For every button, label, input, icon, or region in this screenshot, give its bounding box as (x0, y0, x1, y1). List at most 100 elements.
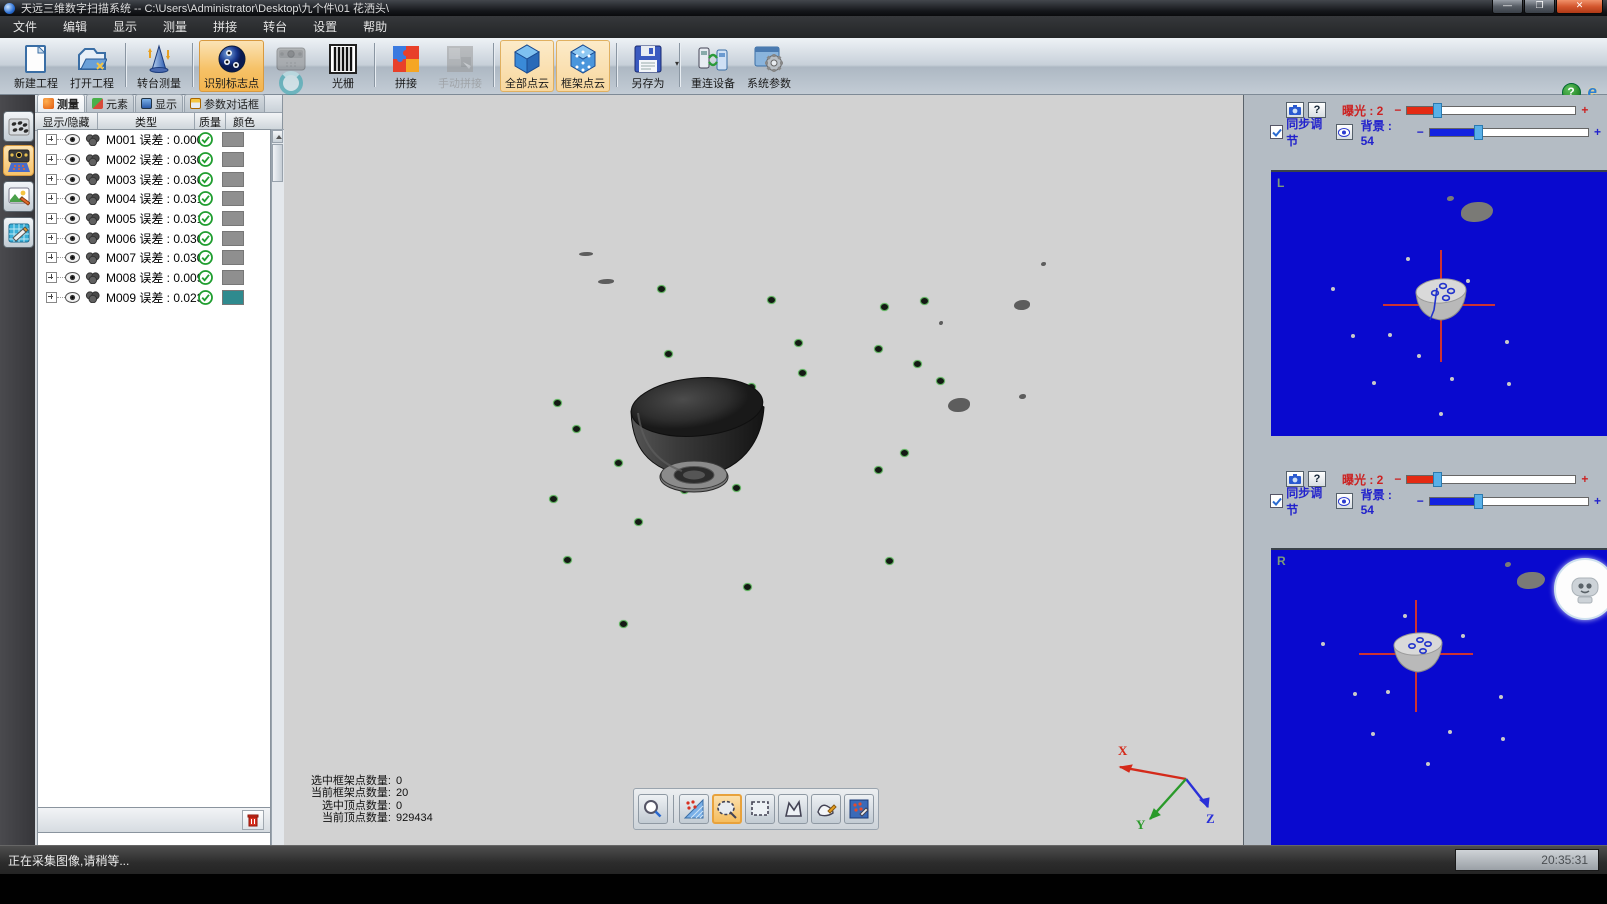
background-slider[interactable] (1429, 128, 1589, 137)
reference-marker[interactable] (553, 399, 562, 407)
eye-icon[interactable] (65, 134, 80, 145)
reference-marker[interactable] (874, 466, 883, 474)
color-swatch[interactable] (222, 290, 244, 305)
sync-checkbox[interactable] (1270, 125, 1283, 139)
menu-display[interactable]: 显示 (100, 16, 150, 38)
camera-view-right[interactable]: R (1271, 548, 1607, 845)
exposure-minus[interactable]: − (1394, 472, 1401, 486)
reference-marker[interactable] (572, 425, 581, 433)
all-pointcloud-button[interactable]: 全部点云 (500, 40, 554, 92)
exposure-minus[interactable]: − (1394, 103, 1401, 117)
tree-row[interactable]: M003 误差 : 0.036 (38, 169, 270, 189)
tree-row[interactable]: M009 误差 : 0.023 (38, 288, 270, 308)
rail-mesh-edit-button[interactable] (3, 217, 34, 248)
column-color[interactable]: 颜色 (226, 113, 262, 130)
ellipse-select-button[interactable] (712, 794, 742, 824)
reference-marker[interactable] (619, 620, 628, 628)
reference-marker[interactable] (743, 583, 752, 591)
reference-marker[interactable] (880, 303, 889, 311)
reference-marker[interactable] (549, 495, 558, 503)
delete-button[interactable] (242, 810, 264, 830)
system-params-button[interactable]: 系统参数 (742, 40, 796, 92)
tree-row[interactable]: M004 误差 : 0.031 (38, 189, 270, 209)
polygon-select-button[interactable] (778, 794, 808, 824)
camera-view-left[interactable]: L (1271, 170, 1607, 436)
reconnect-device-button[interactable]: 重连设备 (686, 40, 740, 92)
exposure-plus[interactable]: + (1581, 472, 1588, 486)
slider-thumb[interactable] (1433, 103, 1442, 118)
background-eye-button[interactable] (1336, 493, 1353, 509)
restore-button[interactable]: ❐ (1524, 0, 1555, 14)
reference-marker[interactable] (920, 297, 929, 305)
menu-stitch[interactable]: 拼接 (200, 16, 250, 38)
scrollbar-thumb[interactable] (272, 144, 283, 182)
tab-measure[interactable]: 测量 (37, 94, 85, 112)
expand-icon[interactable] (46, 154, 57, 165)
expand-icon[interactable] (46, 252, 57, 263)
expand-icon[interactable] (46, 134, 57, 145)
color-swatch[interactable] (222, 172, 244, 187)
rail-image-edit-button[interactable] (3, 181, 34, 212)
reference-marker[interactable] (913, 360, 922, 368)
tab-display[interactable]: 显示 (135, 94, 183, 112)
scroll-up-icon[interactable] (272, 130, 283, 143)
color-swatch[interactable] (222, 191, 244, 206)
expand-icon[interactable] (46, 213, 57, 224)
menu-file[interactable]: 文件 (0, 16, 50, 38)
column-quality[interactable]: 质量 (195, 113, 226, 130)
color-swatch[interactable] (222, 270, 244, 285)
column-type[interactable]: 类型 (98, 113, 195, 130)
color-swatch[interactable] (222, 132, 244, 147)
tree-row[interactable]: M008 误差 : 0.009 (38, 268, 270, 288)
reference-marker[interactable] (664, 350, 673, 358)
reference-marker[interactable] (900, 449, 909, 457)
eye-icon[interactable] (65, 292, 80, 303)
column-show-hide[interactable]: 显示/隐藏 (35, 113, 98, 130)
color-swatch[interactable] (222, 250, 244, 265)
eye-icon[interactable] (65, 213, 80, 224)
tree-row[interactable]: M005 误差 : 0.031 (38, 209, 270, 229)
background-slider[interactable] (1429, 497, 1589, 506)
reference-marker[interactable] (936, 377, 945, 385)
exposure-slider[interactable] (1406, 475, 1576, 484)
reference-marker[interactable] (874, 345, 883, 353)
color-swatch[interactable] (222, 231, 244, 246)
grating-button[interactable]: 光栅 (318, 40, 368, 92)
reference-marker[interactable] (885, 557, 894, 565)
expand-icon[interactable] (46, 272, 57, 283)
background-eye-button[interactable] (1336, 124, 1353, 140)
tree-row[interactable]: M001 误差 : 0.000 (38, 130, 270, 150)
zoom-tool-button[interactable] (638, 794, 668, 824)
tree-row[interactable]: M002 误差 : 0.030 (38, 150, 270, 170)
save-as-button[interactable]: 另存为 ▾ (623, 40, 673, 92)
background-plus[interactable]: + (1594, 494, 1601, 508)
main-3d-viewport[interactable]: 选中框架点数量: 0 当前框架点数量: 20 选中顶点数量: 0 当前顶点数量:… (284, 95, 1243, 845)
eye-icon[interactable] (65, 233, 80, 244)
sync-checkbox[interactable] (1270, 494, 1283, 508)
eye-icon[interactable] (65, 193, 80, 204)
reference-marker[interactable] (634, 518, 643, 526)
lasso-edit-button[interactable] (811, 794, 841, 824)
tree-row[interactable]: M006 误差 : 0.030 (38, 228, 270, 248)
color-swatch[interactable] (222, 152, 244, 167)
turntable-measure-button[interactable]: 转台测量 (132, 40, 186, 92)
reference-marker[interactable] (614, 459, 623, 467)
eye-icon[interactable] (65, 154, 80, 165)
eye-icon[interactable] (65, 174, 80, 185)
background-minus[interactable]: − (1417, 125, 1424, 139)
eye-icon[interactable] (65, 252, 80, 263)
exposure-plus[interactable]: + (1581, 103, 1588, 117)
slider-thumb[interactable] (1433, 472, 1442, 487)
reference-marker[interactable] (563, 556, 572, 564)
new-project-button[interactable]: 新建工程 (9, 40, 63, 92)
close-button[interactable]: ✕ (1556, 0, 1603, 14)
rail-marker-plate-button[interactable] (3, 111, 34, 142)
background-plus[interactable]: + (1594, 125, 1601, 139)
slider-thumb[interactable] (1474, 125, 1483, 140)
reference-marker[interactable] (657, 285, 666, 293)
eye-icon[interactable] (65, 272, 80, 283)
stitch-button[interactable]: 拼接 (381, 40, 431, 92)
menu-measure[interactable]: 测量 (150, 16, 200, 38)
recognize-markers-button[interactable]: 识别标志点 (199, 40, 264, 92)
reference-marker[interactable] (767, 296, 776, 304)
